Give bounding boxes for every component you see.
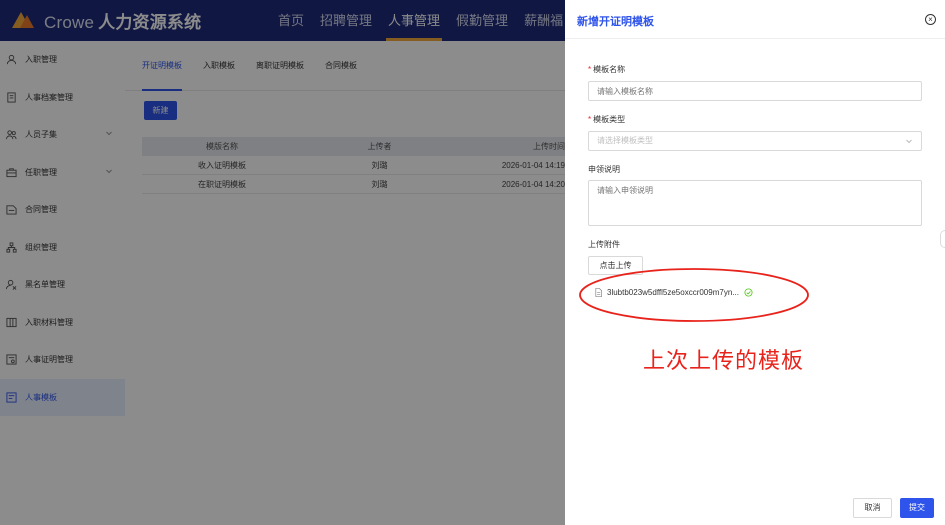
attachment-label: 上传附件 <box>588 240 620 249</box>
required-mark: * <box>588 115 592 124</box>
annotation-text: 上次上传的模板 <box>643 348 805 373</box>
required-mark: * <box>588 65 592 74</box>
description-textarea[interactable] <box>588 180 922 226</box>
template-type-placeholder: 请选择模板类型 <box>597 136 653 145</box>
modal-mask[interactable] <box>0 0 565 525</box>
template-name-label: * 模板名称 <box>588 65 626 74</box>
drawer-header: 新增开证明模板 × <box>565 0 945 39</box>
drawer-title: 新增开证明模板 <box>577 16 654 28</box>
description-label: 申领说明 <box>588 165 620 174</box>
cancel-button[interactable]: 取消 <box>853 498 892 518</box>
create-template-drawer: 新增开证明模板 × *模板名称 *模板类型 请选择模板类型 申领说明 上传附件 … <box>565 0 945 525</box>
template-name-input[interactable] <box>588 81 922 101</box>
template-type-select[interactable]: 请选择模板类型 <box>588 131 922 151</box>
drawer-edge-handle[interactable] <box>940 230 945 248</box>
submit-button[interactable]: 提交 <box>900 498 934 518</box>
chevron-down-icon <box>906 139 912 144</box>
template-type-label: * 模板类型 <box>588 115 626 124</box>
annotation-ellipse <box>579 268 809 322</box>
close-icon[interactable]: × <box>925 14 936 25</box>
